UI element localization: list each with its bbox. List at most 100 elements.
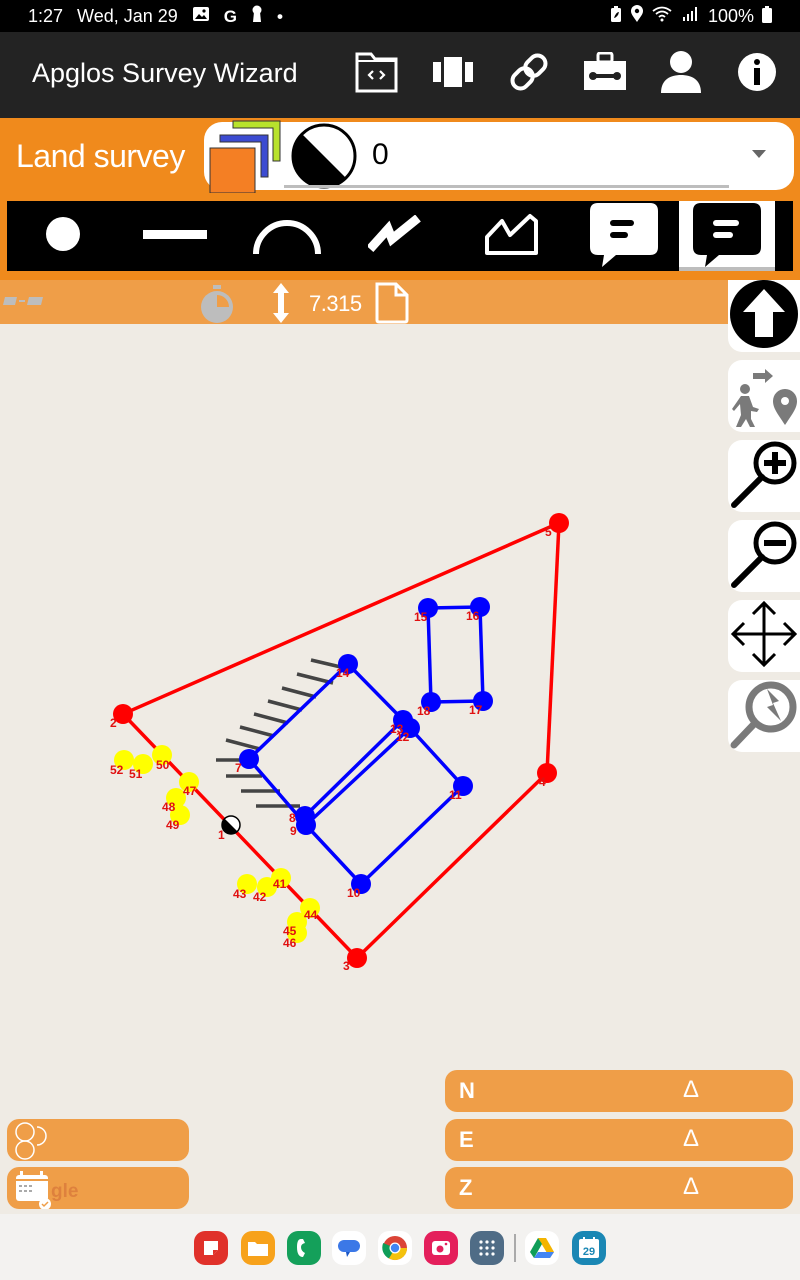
- point-label: 8: [289, 811, 296, 825]
- location-icon: [630, 5, 644, 28]
- tools-button[interactable]: [580, 46, 630, 102]
- boundary-point[interactable]: [347, 948, 367, 968]
- height-value: 7.315: [309, 291, 362, 316]
- hatch-line: [225, 738, 261, 751]
- building-line: [478, 606, 485, 702]
- status-bar: 1:27 Wed, Jan 29 G • 100%: [0, 0, 800, 32]
- point-label: 50: [156, 758, 170, 772]
- line-tool[interactable]: [137, 201, 213, 271]
- chrome-app[interactable]: [378, 1231, 412, 1265]
- select-underline: [284, 185, 729, 188]
- layers-icon: [208, 118, 283, 194]
- zoom-out-icon: [729, 519, 799, 594]
- point-label: 49: [166, 818, 180, 832]
- hatch-line: [267, 699, 303, 712]
- layers-circles-button[interactable]: [7, 1119, 189, 1161]
- polygon-icon: [484, 213, 540, 260]
- north-up-button[interactable]: [728, 279, 800, 352]
- layer-value: 0: [372, 138, 389, 171]
- building-line: [346, 662, 405, 722]
- polygon-tool[interactable]: [477, 201, 547, 271]
- battery-icon: [762, 5, 772, 28]
- folder-code-icon: [354, 49, 400, 100]
- building-line: [304, 726, 412, 827]
- note-tool-alt[interactable]: [679, 201, 775, 271]
- comment-icon: [691, 201, 763, 272]
- point-label: 16: [466, 609, 480, 623]
- files-app[interactable]: [241, 1231, 275, 1265]
- delta-icon: Δ: [683, 1076, 700, 1103]
- link-icon: [506, 49, 552, 100]
- boundary-point[interactable]: [549, 513, 569, 533]
- messages-app[interactable]: [332, 1231, 366, 1265]
- chevron-down-icon[interactable]: [752, 150, 766, 158]
- point-label: 51: [129, 767, 143, 781]
- zigzag-icon: [366, 213, 426, 258]
- file-icon[interactable]: [374, 282, 410, 329]
- point-label: 5: [545, 525, 552, 539]
- zoom-out-button[interactable]: [728, 520, 800, 592]
- coord-north[interactable]: N Δ: [445, 1070, 793, 1112]
- pan-button[interactable]: [728, 600, 800, 672]
- building-line: [303, 718, 405, 818]
- dot-icon: [45, 216, 81, 257]
- arc-icon: [251, 214, 323, 259]
- stakeout-button[interactable]: [728, 360, 800, 432]
- views-button[interactable]: [428, 46, 478, 102]
- phone-app[interactable]: [287, 1231, 321, 1265]
- vertical-arrows-icon: [270, 282, 292, 329]
- snap-search-button[interactable]: [728, 680, 800, 752]
- camera-app[interactable]: [424, 1231, 458, 1265]
- building-point[interactable]: [295, 806, 315, 826]
- project-files-button[interactable]: [352, 46, 402, 102]
- gallery-icon: [192, 6, 210, 27]
- point-label: 4: [539, 775, 546, 789]
- info-icon: [737, 52, 777, 97]
- arc-tool[interactable]: [247, 201, 327, 271]
- about-button[interactable]: [732, 46, 782, 102]
- coord-axis-label: Z: [459, 1175, 473, 1200]
- status-date: Wed, Jan 29: [77, 6, 178, 26]
- google-text: gle: [51, 1181, 79, 1202]
- status-left: 1:27 Wed, Jan 29 G •: [28, 5, 283, 28]
- point-label: 15: [414, 610, 428, 624]
- boundary-line: [122, 521, 560, 716]
- notes-app[interactable]: [194, 1231, 228, 1265]
- point-label: 48: [162, 800, 176, 814]
- google-calendar-button[interactable]: gle: [7, 1167, 189, 1210]
- point-label: 52: [110, 763, 124, 777]
- wifi-icon: [652, 5, 674, 28]
- app-title: Apglos Survey Wizard: [32, 58, 298, 88]
- point-label: 11: [449, 788, 462, 802]
- zoom-in-button[interactable]: [728, 440, 800, 512]
- stopwatch-icon[interactable]: [198, 284, 238, 329]
- account-button[interactable]: [656, 46, 706, 102]
- app-screen: 1:27 Wed, Jan 29 G • 100% Apglos Survey …: [0, 0, 800, 1280]
- app-drawer[interactable]: [470, 1231, 504, 1265]
- point-tool[interactable]: [27, 201, 99, 271]
- hatch-line: [281, 686, 317, 699]
- polyline-tool[interactable]: [362, 201, 432, 271]
- connect-button[interactable]: [504, 46, 554, 102]
- coord-east[interactable]: E Δ: [445, 1119, 793, 1161]
- drive-app[interactable]: [525, 1231, 559, 1265]
- status-time: 1:27: [28, 6, 64, 26]
- point-label: 12: [396, 730, 410, 744]
- section-title: Land survey: [16, 138, 185, 174]
- building-point[interactable]: [239, 749, 259, 769]
- calendar-app[interactable]: 29: [572, 1231, 606, 1265]
- nav-dock: 29: [0, 1214, 800, 1280]
- search-flash-icon: [729, 679, 799, 754]
- point-label: 47: [183, 784, 197, 798]
- coord-elevation[interactable]: Z Δ: [445, 1167, 793, 1209]
- toolbox-icon: [582, 51, 628, 97]
- point-label: 46: [283, 936, 297, 950]
- point-label: 42: [253, 890, 267, 904]
- note-tool[interactable]: [585, 201, 663, 271]
- google-icon: G: [223, 6, 238, 26]
- comment-icon: [588, 201, 660, 272]
- battery-saver-icon: [610, 5, 622, 28]
- dock-separator: [514, 1234, 516, 1262]
- building-line: [247, 662, 350, 761]
- building-line: [304, 823, 363, 886]
